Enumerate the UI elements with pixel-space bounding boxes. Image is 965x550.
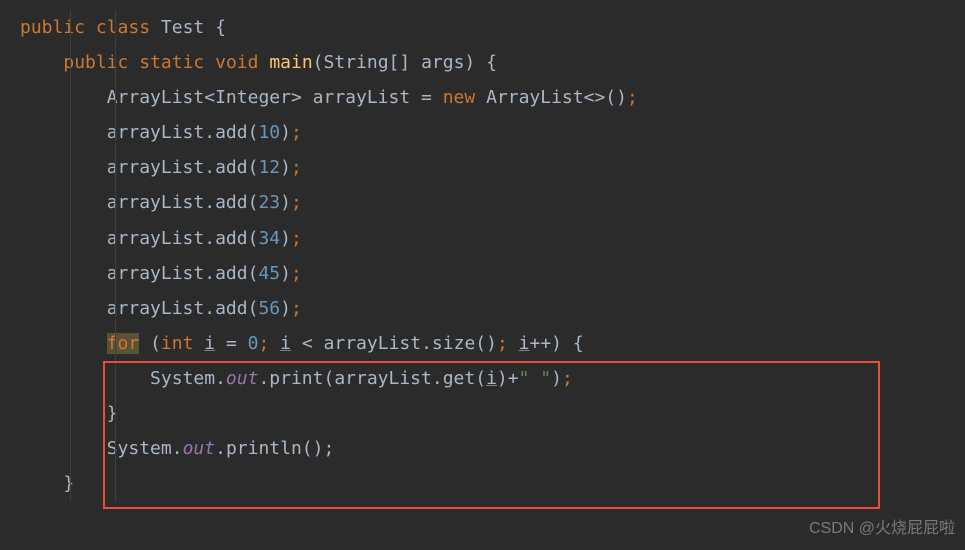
code-line[interactable]: ArrayList<Integer> arrayList = new Array… — [0, 80, 965, 115]
code-line[interactable]: arrayList.add(23); — [0, 185, 965, 220]
code-line[interactable]: for (int i = 0; i < arrayList.size(); i+… — [0, 326, 965, 361]
obj: arrayList — [107, 122, 205, 143]
var-name: arrayList — [313, 87, 411, 108]
semi: ; — [497, 333, 508, 354]
semi: ; — [291, 263, 302, 284]
watermark: CSDN @火烧屁屁啦 — [809, 513, 955, 544]
param-type: String[] — [324, 52, 411, 73]
lt: < — [302, 333, 313, 354]
code-line[interactable]: public class Test { — [0, 10, 965, 45]
method: add — [215, 228, 248, 249]
number: 56 — [258, 298, 280, 319]
code-line[interactable]: arrayList.add(45); — [0, 256, 965, 291]
obj: arrayList — [107, 263, 205, 284]
number: 45 — [258, 263, 280, 284]
method: add — [215, 157, 248, 178]
code-line[interactable]: arrayList.add(12); — [0, 150, 965, 185]
number: 23 — [258, 192, 280, 213]
code-line[interactable]: public static void main(String[] args) { — [0, 45, 965, 80]
code-line[interactable]: arrayList.add(56); — [0, 291, 965, 326]
paren: ( — [313, 52, 324, 73]
code-line[interactable]: arrayList.add(10); — [0, 115, 965, 150]
semi: ; — [291, 122, 302, 143]
type: ArrayList — [107, 87, 205, 108]
ctor: ArrayList — [486, 87, 584, 108]
keyword-int: int — [161, 333, 194, 354]
method: add — [215, 122, 248, 143]
semi: ; — [291, 192, 302, 213]
obj: arrayList — [107, 192, 205, 213]
semi: ; — [291, 157, 302, 178]
code-editor[interactable]: public class Test { public static void m… — [0, 10, 965, 501]
diamond: <>() — [584, 87, 627, 108]
inc: ++ — [529, 333, 551, 354]
eq: = — [421, 87, 432, 108]
code-line[interactable]: arrayList.add(34); — [0, 221, 965, 256]
number: 34 — [258, 228, 280, 249]
obj: arrayList — [107, 157, 205, 178]
keyword-static: static — [139, 52, 204, 73]
obj: arrayList — [107, 298, 205, 319]
brace: { — [573, 333, 584, 354]
class-name: Test — [161, 17, 204, 38]
var-i: i — [280, 333, 291, 354]
type-param: Integer — [215, 87, 291, 108]
brace: { — [215, 17, 226, 38]
var-i: i — [519, 333, 530, 354]
obj: arrayList — [324, 333, 422, 354]
brace: { — [486, 52, 497, 73]
size-call: .size() — [421, 333, 497, 354]
keyword-void: void — [215, 52, 258, 73]
keyword-class: class — [96, 17, 150, 38]
highlight-box — [103, 361, 880, 509]
method-name: main — [269, 52, 312, 73]
semi: ; — [291, 298, 302, 319]
angle: > — [291, 87, 302, 108]
brace-close: } — [63, 473, 74, 494]
semi: ; — [291, 228, 302, 249]
number: 10 — [258, 122, 280, 143]
indent-guide — [70, 10, 71, 501]
obj: arrayList — [107, 228, 205, 249]
eq: = — [226, 333, 237, 354]
semi: ; — [627, 87, 638, 108]
keyword-new: new — [443, 87, 476, 108]
method: add — [215, 263, 248, 284]
paren: ) — [464, 52, 475, 73]
param-name: args — [421, 52, 464, 73]
method: add — [215, 192, 248, 213]
method: add — [215, 298, 248, 319]
keyword-public: public — [63, 52, 128, 73]
semi: ; — [258, 333, 269, 354]
number: 12 — [258, 157, 280, 178]
angle: < — [204, 87, 215, 108]
number: 0 — [248, 333, 259, 354]
keyword-for: for — [107, 333, 140, 354]
keyword-public: public — [20, 17, 85, 38]
var-i: i — [204, 333, 215, 354]
